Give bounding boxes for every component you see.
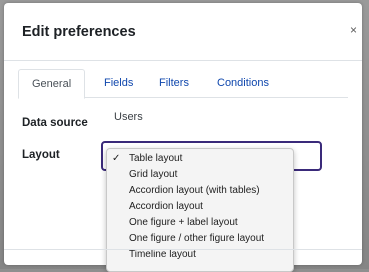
layout-option-grid[interactable]: Grid layout — [107, 167, 293, 183]
layout-option-figure-figure[interactable]: One figure / other figure layout — [107, 231, 293, 247]
layout-label: Layout — [22, 149, 60, 161]
tab-general[interactable]: General — [18, 69, 86, 99]
data-source-label: Data source — [22, 117, 88, 129]
modal-header: Edit preferences × — [4, 3, 362, 61]
close-icon[interactable]: × — [350, 23, 357, 37]
layout-option-accordion[interactable]: Accordion layout — [107, 199, 293, 215]
data-source-value: Users — [114, 111, 143, 123]
tab-conditions[interactable]: Conditions — [217, 69, 269, 98]
layout-option-figure-label[interactable]: One figure + label layout — [107, 215, 293, 231]
modal-title: Edit preferences — [22, 24, 136, 40]
check-icon: ✓ — [112, 153, 121, 164]
layout-option-table[interactable]: ✓ Table layout — [107, 151, 293, 167]
tab-filters[interactable]: Filters — [159, 69, 189, 98]
edit-preferences-modal: Edit preferences × General Fields Filter… — [4, 3, 362, 272]
modal-footer-divider — [4, 249, 362, 250]
tab-fields[interactable]: Fields — [104, 69, 133, 98]
layout-option-accordion-tables[interactable]: Accordion layout (with tables) — [107, 183, 293, 199]
tab-bar: General Fields Filters Conditions — [18, 69, 348, 99]
layout-dropdown-menu: ✓ Table layout Grid layout Accordion lay… — [106, 148, 294, 272]
